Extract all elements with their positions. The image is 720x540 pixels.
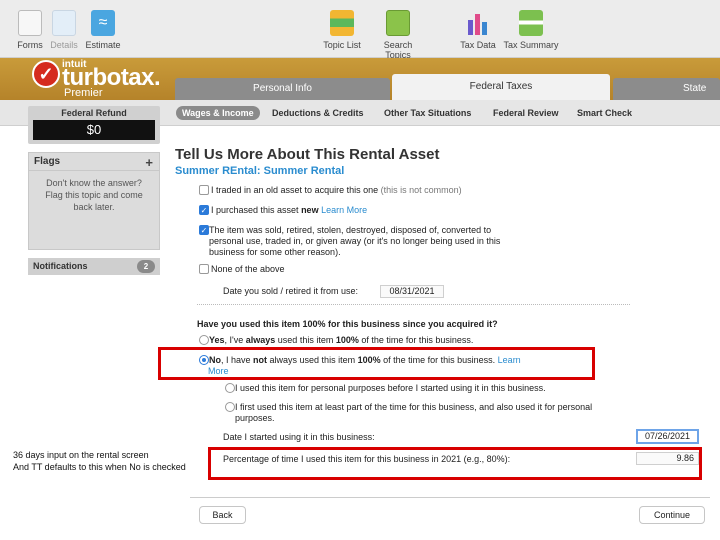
traded-option: I traded in an old asset to acquire this… xyxy=(211,185,462,196)
continue-button[interactable]: Continue xyxy=(639,506,705,524)
back-button[interactable]: Back xyxy=(199,506,246,524)
flags-panel: Flags + Don't know the answer? Flag this… xyxy=(28,152,160,250)
yes-part-d: used this item xyxy=(275,335,336,345)
tax-summary-label: Tax Summary xyxy=(503,40,559,50)
sold-label-line1: The item was sold, retired, stolen, dest… xyxy=(209,225,492,235)
purchased-label: I purchased this asset xyxy=(211,205,302,215)
highlight-no-option xyxy=(158,347,595,380)
yes-word: Yes xyxy=(209,335,225,345)
tax-data-icon xyxy=(466,10,490,36)
personal-before-label: I used this item for personal purposes b… xyxy=(235,383,546,393)
tax-summary-button[interactable]: Tax Summary xyxy=(503,10,559,50)
traded-checkbox[interactable] xyxy=(199,185,209,195)
search-topics-button[interactable]: Search Topics xyxy=(370,10,426,60)
purchased-learn-more-link[interactable]: Learn More xyxy=(321,205,367,215)
subnav-deductions-credits[interactable]: Deductions & Credits xyxy=(272,106,364,120)
estimate-label: Estimate xyxy=(85,40,121,50)
notifications-bar[interactable]: Notifications 2 xyxy=(28,258,160,275)
annotation-line1: 36 days input on the rental screen xyxy=(13,450,149,460)
tax-data-button[interactable]: Tax Data xyxy=(450,10,506,50)
sold-option: The item was sold, retired, stolen, dest… xyxy=(209,225,500,258)
date-started-label: Date I started using it in this business… xyxy=(223,432,375,442)
personal-before-radio[interactable] xyxy=(225,383,235,393)
date-started-input[interactable]: 07/26/2021 xyxy=(636,429,699,444)
date-sold-input[interactable]: 08/31/2021 xyxy=(380,285,444,298)
mixed-use-radio[interactable] xyxy=(225,402,235,412)
mixed-use-label: I first used this item at least part of … xyxy=(235,402,592,424)
annotation-text: 36 days input on the rental screen And T… xyxy=(13,449,186,473)
yes-radio[interactable] xyxy=(199,335,209,345)
tax-data-bars xyxy=(468,14,487,35)
federal-refund-label: Federal Refund xyxy=(61,108,127,118)
notifications-count-badge: 2 xyxy=(137,260,155,273)
purchased-option: I purchased this asset new Learn More xyxy=(211,205,367,216)
traded-label: I traded in an old asset to acquire this… xyxy=(211,185,379,195)
yes-part-f: of the time for this business. xyxy=(358,335,474,345)
tax-data-label: Tax Data xyxy=(460,40,496,50)
subnav-smart-check[interactable]: Smart Check xyxy=(577,106,632,120)
sold-checkbox[interactable]: ✓ xyxy=(199,225,209,235)
annotation-line2: And TT defaults to this when No is check… xyxy=(13,462,186,472)
estimate-button[interactable]: ≈ Estimate xyxy=(75,10,131,50)
mixed-use-line2: purposes. xyxy=(235,413,275,423)
yes-100: 100% xyxy=(335,335,359,345)
none-checkbox[interactable] xyxy=(199,264,209,274)
traded-note: (this is not common) xyxy=(380,185,462,195)
date-sold-label: Date you sold / retired it from use: xyxy=(223,286,359,296)
subnav-wages-income[interactable]: Wages & Income xyxy=(176,106,260,120)
product-tier: Premier xyxy=(64,87,103,99)
section-divider xyxy=(197,304,630,305)
yes-option: Yes, I've always used this item 100% of … xyxy=(209,335,473,346)
tab-federal-taxes[interactable]: Federal Taxes xyxy=(392,74,610,100)
notifications-label: Notifications xyxy=(33,261,88,271)
turbotax-check-icon: ✓ xyxy=(32,60,60,88)
flags-help-text: Don't know the answer? Flag this topic a… xyxy=(45,178,143,212)
flags-header: Flags + xyxy=(29,153,159,171)
estimate-icon: ≈ xyxy=(91,10,115,36)
sold-label-line2: personal use, traded in, or given away (… xyxy=(209,236,501,246)
tab-state[interactable]: State xyxy=(613,78,720,100)
tax-summary-icon xyxy=(519,10,543,36)
business-use-question: Have you used this item 100% for this bu… xyxy=(197,319,498,329)
topic-list-button[interactable]: Topic List xyxy=(314,10,370,50)
flags-title: Flags xyxy=(34,156,61,167)
details-label: Details xyxy=(50,40,78,50)
purchased-checkbox[interactable]: ✓ xyxy=(199,205,209,215)
add-flag-icon[interactable]: + xyxy=(145,154,153,172)
footer-divider xyxy=(190,497,710,498)
highlight-percentage xyxy=(208,447,702,480)
yes-part-b: , I've xyxy=(224,335,246,345)
sold-label-line3: business for some other reason). xyxy=(209,247,341,257)
purchased-new-label: new xyxy=(301,205,319,215)
search-topics-icon xyxy=(386,10,410,36)
page-subtitle: Summer REntal: Summer Rental xyxy=(175,165,345,177)
yes-always: always xyxy=(245,335,276,345)
search-topics-label: Search Topics xyxy=(383,40,413,60)
topic-list-label: Topic List xyxy=(323,40,361,50)
none-label: None of the above xyxy=(211,264,285,274)
mixed-use-line1: I first used this item at least part of … xyxy=(235,402,593,412)
subnav-federal-review[interactable]: Federal Review xyxy=(493,106,559,120)
tab-personal-info[interactable]: Personal Info xyxy=(175,78,390,100)
page-title: Tell Us More About This Rental Asset xyxy=(175,146,440,163)
topic-list-icon xyxy=(330,10,354,36)
subnav-other-tax-situations[interactable]: Other Tax Situations xyxy=(384,106,471,120)
federal-refund-amount: $0 xyxy=(33,120,155,140)
details-icon xyxy=(52,10,76,36)
